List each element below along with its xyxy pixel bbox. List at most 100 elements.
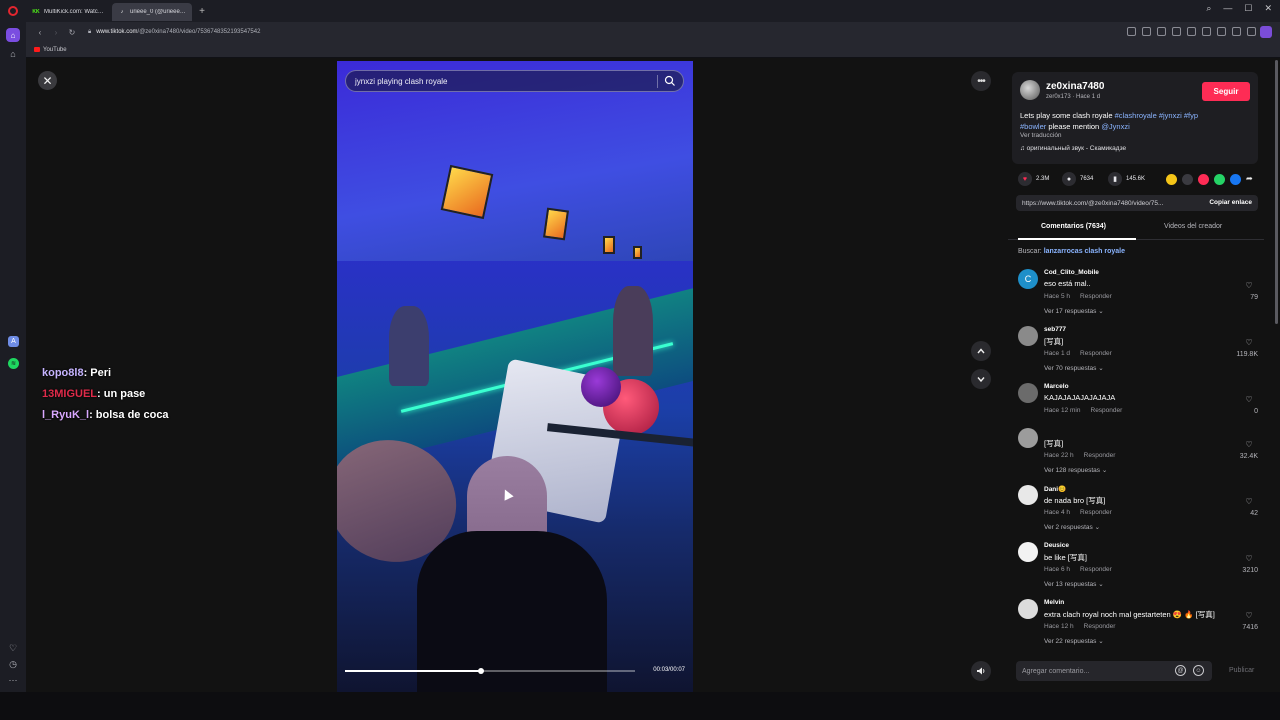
history-icon[interactable]: ◷ (7, 658, 19, 670)
mention-icon[interactable]: @ (1175, 665, 1186, 676)
reply-button[interactable]: Responder (1080, 509, 1112, 516)
next-video-button[interactable] (971, 369, 991, 389)
video-progress-bar[interactable] (345, 668, 635, 674)
mention-link[interactable]: @Jynxzi (1101, 122, 1129, 131)
comment-input[interactable]: Agregar comentario... @ ☺ (1016, 661, 1212, 681)
reply-button[interactable]: Responder (1080, 566, 1112, 573)
menu-icon[interactable] (1232, 27, 1241, 36)
reply-button[interactable]: Responder (1080, 350, 1112, 357)
tab-creator-videos[interactable]: Videos del creador (1164, 223, 1222, 230)
spotify-icon[interactable]: ≋ (8, 358, 19, 369)
search-icon[interactable] (664, 75, 676, 87)
player-icon[interactable] (1187, 27, 1196, 36)
opera-logo-icon[interactable] (0, 0, 26, 22)
send-icon[interactable] (1198, 174, 1209, 185)
camera-icon[interactable] (1142, 27, 1151, 36)
reply-button[interactable]: Responder (1084, 623, 1116, 630)
view-replies-button[interactable]: Ver 128 respuestas ⌄ (1044, 466, 1107, 474)
comment-like-icon[interactable]: ♡ (1242, 554, 1256, 563)
view-replies-button[interactable]: Ver 22 respuestas ⌄ (1044, 637, 1104, 645)
comment-username[interactable]: Marcelo (1044, 383, 1069, 390)
hashtag-bowler[interactable]: #bowler (1020, 122, 1046, 131)
search-suggestion-query[interactable]: lanzarrocas clash royale (1044, 248, 1125, 255)
bookmarks-heart-icon[interactable]: ♡ (7, 642, 19, 654)
previous-video-button[interactable] (971, 341, 991, 361)
comment-username[interactable]: Dani😊 (1044, 485, 1066, 493)
comment-avatar[interactable] (1018, 383, 1038, 403)
comment-avatar[interactable]: C (1018, 269, 1038, 289)
comment-like-icon[interactable]: ♡ (1242, 497, 1256, 506)
profile-icon[interactable] (1247, 27, 1256, 36)
view-replies-button[interactable]: Ver 13 respuestas ⌄ (1044, 580, 1104, 588)
comment-username[interactable]: Melvin (1044, 599, 1064, 606)
more-options-button[interactable]: ••• (971, 71, 991, 91)
comment-username[interactable]: seb777 (1044, 326, 1066, 333)
comment-avatar[interactable] (1018, 428, 1038, 448)
shield-icon[interactable] (1157, 27, 1166, 36)
whatsapp-icon[interactable] (1214, 174, 1225, 185)
reload-button[interactable]: ↻ (64, 28, 80, 37)
comment-avatar[interactable] (1018, 485, 1038, 505)
creator-handle[interactable]: ze0xina7480 (1046, 81, 1104, 92)
repost-icon[interactable] (1166, 174, 1177, 185)
emoji-icon[interactable]: ☺ (1193, 665, 1204, 676)
download-icon[interactable] (1217, 27, 1226, 36)
home-icon[interactable]: ⌂ (6, 28, 20, 42)
search-suggestion[interactable]: Buscar: lanzarrocas clash royale (1018, 248, 1125, 255)
facebook-icon[interactable] (1230, 174, 1241, 185)
url-field[interactable]: 🔒︎ www.tiktok.com/@ze0xina7480/video/753… (88, 29, 260, 36)
comment-like-icon[interactable]: ♡ (1242, 281, 1256, 290)
share-arrow-icon[interactable]: ➦ (1246, 174, 1257, 185)
comment-like-icon[interactable]: ♡ (1242, 611, 1256, 620)
share-link-field[interactable]: https://www.tiktok.com/@ze0xina7480/vide… (1016, 195, 1258, 211)
creator-avatar[interactable] (1020, 80, 1040, 100)
comment-like-icon[interactable]: ♡ (1242, 395, 1256, 404)
vpn-icon[interactable] (1172, 27, 1181, 36)
sound-link[interactable]: ♫ оригинальный звук - Скамикадзе (1020, 145, 1126, 152)
like-button[interactable]: ♥ 2.3M (1018, 172, 1049, 186)
volume-button[interactable] (971, 661, 991, 681)
bookmark-youtube[interactable]: YouTube (34, 47, 67, 53)
more-options-icon[interactable]: ··· (7, 674, 19, 686)
back-button[interactable]: ‹ (32, 28, 48, 37)
comment-avatar[interactable] (1018, 326, 1038, 346)
hashtag-links[interactable]: #clashroyale #jynxzi #fyp (1115, 111, 1198, 120)
comment-username[interactable]: Deusice (1044, 542, 1069, 549)
embed-icon[interactable] (1182, 174, 1193, 185)
see-translation-link[interactable]: Ver traducción (1020, 132, 1062, 139)
snapshot-icon[interactable] (1127, 27, 1136, 36)
follow-button[interactable]: Seguir (1202, 82, 1250, 101)
reply-button[interactable]: Responder (1091, 407, 1123, 414)
comment-like-icon[interactable]: ♡ (1242, 440, 1256, 449)
tab-tiktok-active[interactable]: ♪ urieee_0 (@urieee_0) (112, 3, 192, 21)
close-window-icon[interactable]: ✕ (1264, 3, 1272, 14)
save-button[interactable]: ▮ 145.6K (1108, 172, 1145, 186)
search-tabs-icon[interactable]: ⌕ (1206, 3, 1211, 14)
tab-comments[interactable]: Comentarios (7634) (1041, 223, 1106, 230)
video-search-bar[interactable]: jynxzi playing clash royale (345, 70, 684, 92)
publish-button[interactable]: Publicar (1229, 667, 1254, 674)
minimize-icon[interactable]: — (1223, 3, 1232, 14)
video-player[interactable]: jynxzi playing clash royale 00:03/00:07 (337, 61, 693, 692)
copy-link-button[interactable]: Copiar enlace (1209, 199, 1252, 206)
reply-button[interactable]: Responder (1080, 293, 1112, 300)
comment-avatar[interactable] (1018, 542, 1038, 562)
heart-icon[interactable] (1202, 27, 1211, 36)
view-replies-button[interactable]: Ver 70 respuestas ⌄ (1044, 364, 1104, 372)
comment-avatar[interactable] (1018, 599, 1038, 619)
comment-button[interactable]: ● 7634 (1062, 172, 1093, 186)
view-replies-button[interactable]: Ver 17 respuestas ⌄ (1044, 307, 1104, 315)
tab-multikick[interactable]: KK MultiKick.com: Watch Mu (26, 3, 112, 21)
reply-button[interactable]: Responder (1084, 452, 1116, 459)
new-tab-button[interactable]: + (195, 6, 209, 17)
close-video-button[interactable]: ✕ (38, 71, 57, 90)
view-replies-button[interactable]: Ver 2 respuestas ⌄ (1044, 523, 1100, 531)
aria-icon[interactable]: A (8, 336, 19, 347)
extension-icon[interactable] (1260, 26, 1272, 38)
forward-button[interactable]: › (48, 28, 64, 37)
maximize-icon[interactable]: ☐ (1244, 3, 1252, 14)
comment-username[interactable]: Cod_Clito_Mobile (1044, 269, 1099, 276)
speed-dial-icon[interactable]: ⌂ (7, 48, 19, 60)
panel-scrollbar[interactable] (1275, 60, 1278, 324)
comment-like-icon[interactable]: ♡ (1242, 338, 1256, 347)
